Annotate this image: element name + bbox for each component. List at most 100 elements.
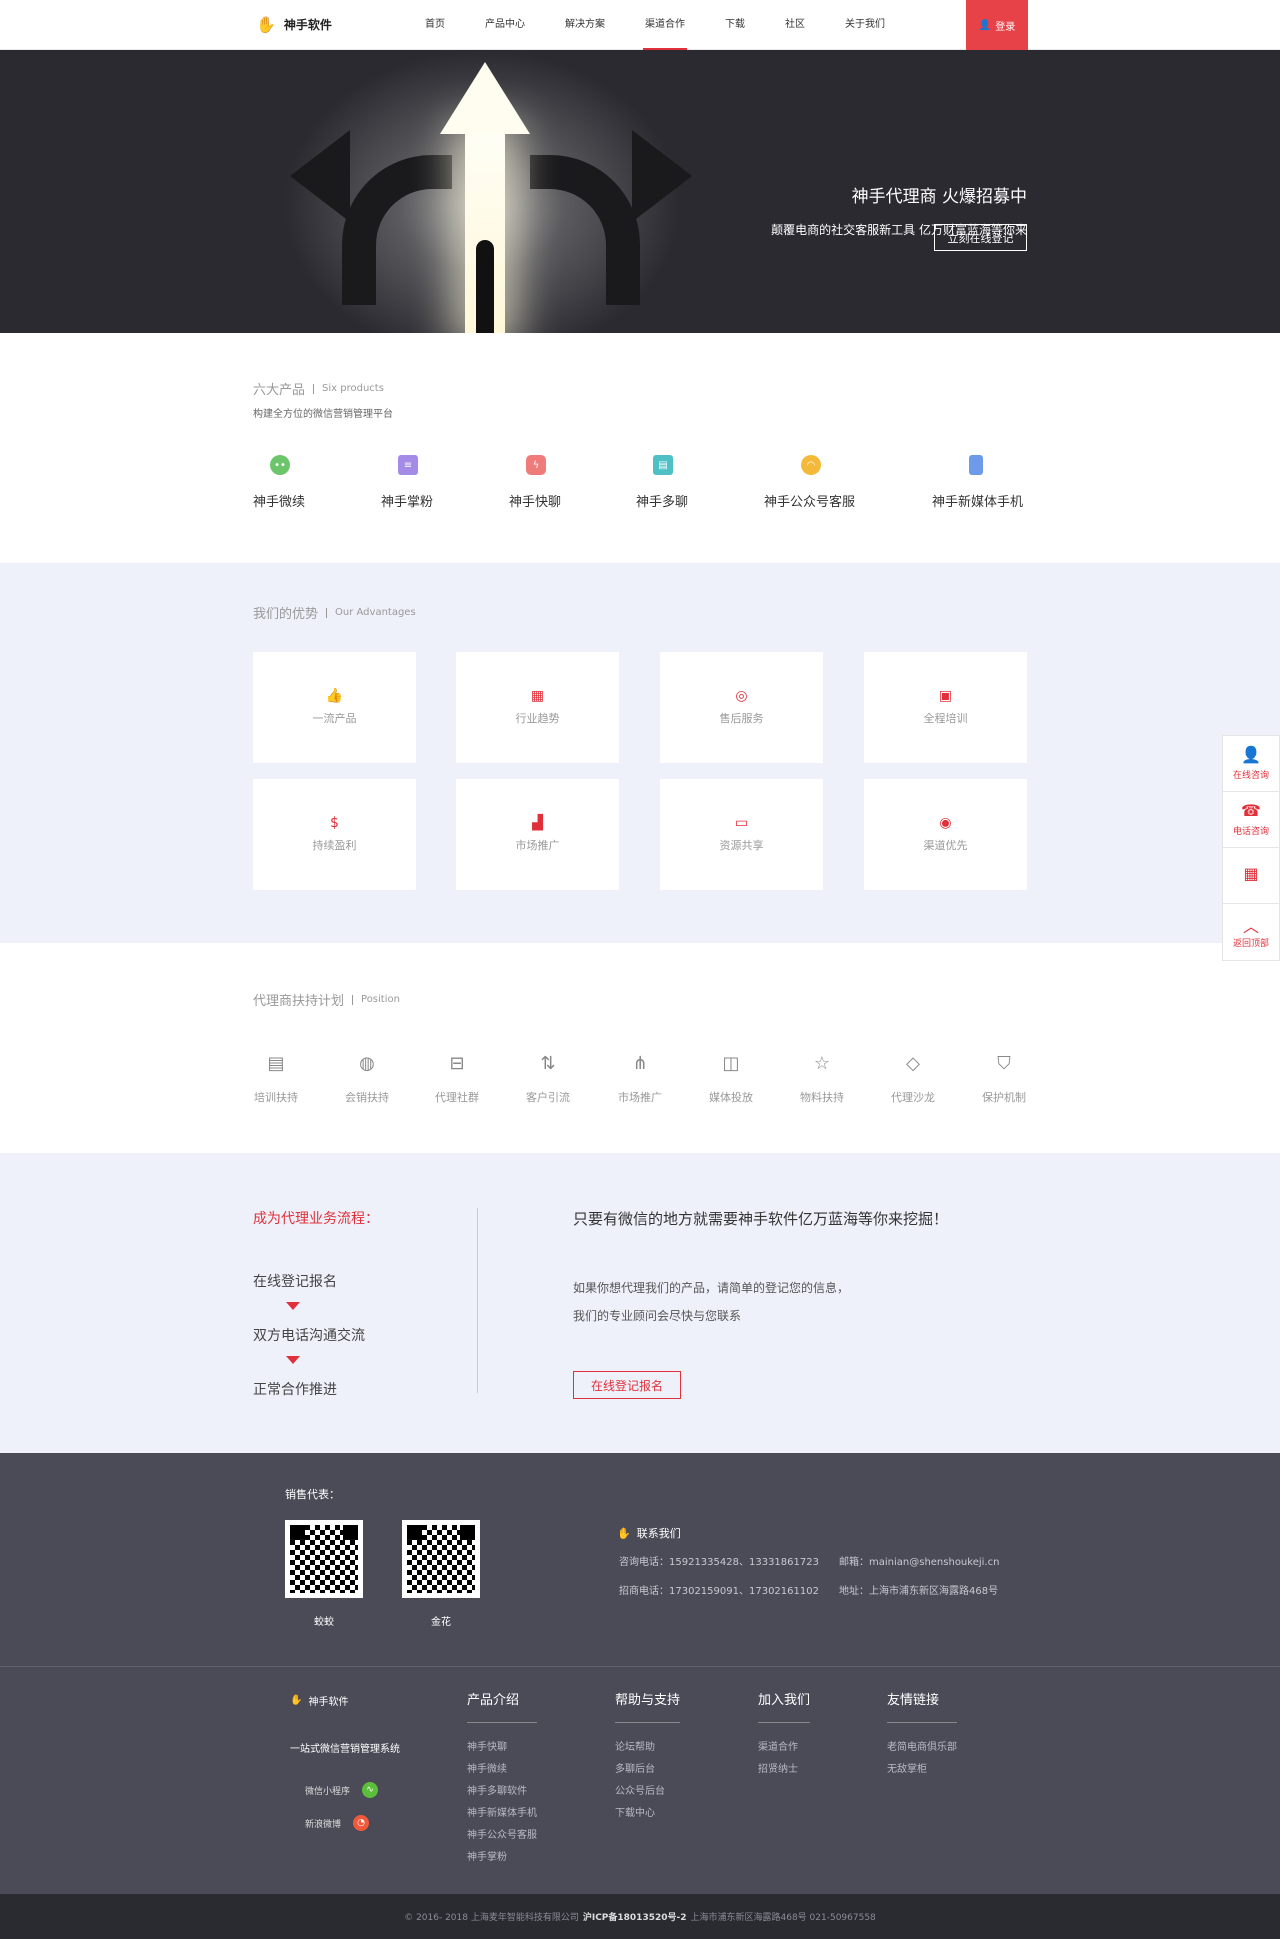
login-button[interactable]: 👤 登录 (966, 0, 1028, 50)
online-consult-button[interactable]: 👤 在线咨询 (1223, 736, 1279, 792)
footer-slogan: 一站式微信营销管理系统 (290, 1744, 400, 1755)
social-link[interactable]: 新浪微博 ◔ (305, 1815, 370, 1831)
support-item: ⋔ 市场推广 (605, 1053, 675, 1105)
banner-title: 神手代理商 火爆招募中 (851, 187, 1027, 207)
multi-chat-icon: ▤ (653, 455, 673, 475)
footer-link[interactable]: 神手多聊软件 (467, 1781, 537, 1803)
service-icon: ◎ (735, 688, 748, 704)
advantage-card: ▟ 市场推广 (456, 779, 619, 890)
product-item[interactable]: •• (270, 455, 290, 493)
register-now-button[interactable]: 立刻在线登记 (934, 224, 1027, 251)
footer-link[interactable]: 下载中心 (615, 1803, 680, 1825)
brand-logo[interactable]: ✋ 神手软件 (256, 15, 332, 34)
recruit-phone: 招商电话：17302159091、17302161102 (619, 1586, 819, 1597)
tag-icon: ◇ (906, 1053, 920, 1074)
footer-link[interactable]: 神手快聊 (467, 1737, 537, 1759)
side-toolbar: 👤 在线咨询 ☎ 电话咨询 ▦ ︿ 返回顶部 (1222, 735, 1280, 961)
consult-phone: 咨询电话：15921335428、13331861723 (619, 1557, 819, 1568)
footer-column: 产品介绍 神手快聊 神手微续 神手多聊软件 神手新媒体手机 神手公众号客服 神手… (467, 1689, 537, 1869)
footer: ✋ 神手软件 一站式微信营销管理系统 微信小程序 ∿ 新浪微博 ◔ 产品介绍 神… (0, 1666, 1280, 1894)
support-item: ◫ 媒体投放 (696, 1053, 766, 1105)
process-step: 双方电话沟通交流 (253, 1328, 365, 1344)
hand-logo-icon: ✋ (290, 1695, 303, 1706)
thumbs-up-icon: 👍 (325, 688, 344, 704)
advantage-card: ▭ 资源共享 (660, 779, 823, 890)
hand-logo-icon: ✋ (256, 15, 276, 34)
nav-about[interactable]: 关于我们 (825, 0, 905, 50)
login-label: 登录 (995, 21, 1016, 33)
hero-banner: 神手代理商 火爆招募中 颠覆电商的社交客服新工具 亿万财富蓝海等你来 (0, 50, 1280, 333)
star-icon: ☆ (813, 1053, 831, 1074)
footer-column: 加入我们 渠道合作 招贤纳士 (758, 1689, 811, 1781)
footer-link[interactable]: 公众号后台 (615, 1781, 680, 1803)
nav-products[interactable]: 产品中心 (465, 0, 545, 50)
divider (477, 1208, 478, 1393)
qr-code-icon: ▦ (1243, 864, 1259, 883)
products-section: 六大产品 Six products 构建全方位的微信营销管理平台 •• 神手微续 … (0, 333, 1280, 563)
footer-link[interactable]: 招贤纳士 (758, 1759, 810, 1781)
contact-address: 地址：上海市浦东新区海露路468号 (839, 1586, 999, 1597)
footer-link[interactable]: 神手公众号客服 (467, 1825, 537, 1847)
chat-bubble-icon: •• (270, 455, 290, 475)
businessman-silhouette (476, 240, 494, 333)
process-step: 在线登记报名 (253, 1274, 337, 1290)
footer-link[interactable]: 渠道合作 (758, 1737, 810, 1759)
process-step: 正常合作推进 (253, 1382, 337, 1398)
product-item[interactable]: ▤ (653, 455, 673, 493)
footer-link[interactable]: 论坛帮助 (615, 1737, 680, 1759)
advantage-card: 👍 一流产品 (253, 652, 416, 763)
advantages-section: 我们的优势 Our Advantages 👍 一流产品 ▦ 行业趋势 ◎ 售后服务… (0, 563, 1280, 943)
bar-chart-icon: ▟ (532, 815, 543, 831)
shield-icon: ⛉ (997, 1053, 1011, 1074)
product-label[interactable]: 神手公众号客服 (764, 491, 855, 510)
screen-share-icon: ▭ (734, 815, 749, 831)
product-item[interactable] (969, 455, 983, 493)
advantage-card: $ 持续盈利 (253, 779, 416, 890)
product-label[interactable]: 神手掌粉 (381, 491, 433, 510)
phone-consult-button[interactable]: ☎ 电话咨询 (1223, 792, 1279, 848)
back-to-top-button[interactable]: ︿ 返回顶部 (1223, 904, 1279, 960)
product-label[interactable]: 神手多聊 (636, 491, 688, 510)
qr-code-icon (285, 1520, 363, 1598)
product-label[interactable]: 神手快聊 (509, 491, 561, 510)
icp-number[interactable]: 沪ICP备18013520号-2 (583, 1910, 687, 1923)
advantage-card: ◉ 渠道优先 (864, 779, 1027, 890)
product-label[interactable]: 神手微续 (253, 491, 305, 510)
footer-link[interactable]: 神手新媒体手机 (467, 1803, 537, 1825)
money-bag-icon: $ (330, 815, 339, 831)
footer-link[interactable]: 多聊后台 (615, 1759, 680, 1781)
id-card-icon: ▤ (267, 1053, 285, 1074)
support-item: ◍ 会销扶持 (332, 1053, 402, 1105)
register-online-button[interactable]: 在线登记报名 (573, 1371, 681, 1399)
nav-download[interactable]: 下载 (705, 0, 765, 50)
nav-home[interactable]: 首页 (405, 0, 465, 50)
support-plan-section: 代理商扶持计划 Position ▤ 培训扶持 ◍ 会销扶持 ⊟ 代理社群 ⇅ 客… (0, 943, 1280, 1153)
advantage-card: ▣ 全程培训 (864, 652, 1027, 763)
product-label[interactable]: 神手新媒体手机 (932, 491, 1023, 510)
qr-code-button[interactable]: ▦ (1223, 848, 1279, 904)
contact-heading: ✋ 联系我们 (617, 1526, 681, 1541)
product-item[interactable]: ≡ (398, 455, 418, 493)
nav-solutions[interactable]: 解决方案 (545, 0, 625, 50)
headset-icon: ◠ (801, 455, 821, 475)
footer-link[interactable]: 神手掌粉 (467, 1847, 537, 1869)
user-icon: 👤 (978, 19, 992, 31)
main-nav: 首页 产品中心 解决方案 渠道合作 下载 社区 关于我们 (405, 0, 905, 50)
briefcase-icon: ⊟ (449, 1053, 465, 1074)
footer-link[interactable]: 神手微续 (467, 1759, 537, 1781)
contact-section: 销售代表： 蛟蛟 金花 ✋ 联系我们 咨询电话：15921335428、1333… (0, 1453, 1280, 1666)
product-item[interactable]: ◠ (801, 455, 821, 493)
advantage-card: ◎ 售后服务 (660, 652, 823, 763)
support-item: ☆ 物料扶持 (787, 1053, 857, 1105)
footer-link[interactable]: 无敌掌柜 (887, 1759, 957, 1781)
social-link[interactable]: 微信小程序 ∿ (305, 1782, 379, 1798)
process-title: 成为代理业务流程： (253, 1211, 379, 1227)
footer-link[interactable]: 老简电商俱乐部 (887, 1737, 957, 1759)
down-arrow-icon (286, 1356, 300, 1364)
nav-community[interactable]: 社区 (765, 0, 825, 50)
product-item[interactable]: ϟ (526, 455, 546, 493)
nav-channel[interactable]: 渠道合作 (625, 0, 705, 50)
sales-title: 销售代表： (285, 1488, 340, 1501)
products-subtitle: 构建全方位的微信营销管理平台 (253, 409, 393, 420)
phone-icon (969, 455, 983, 475)
